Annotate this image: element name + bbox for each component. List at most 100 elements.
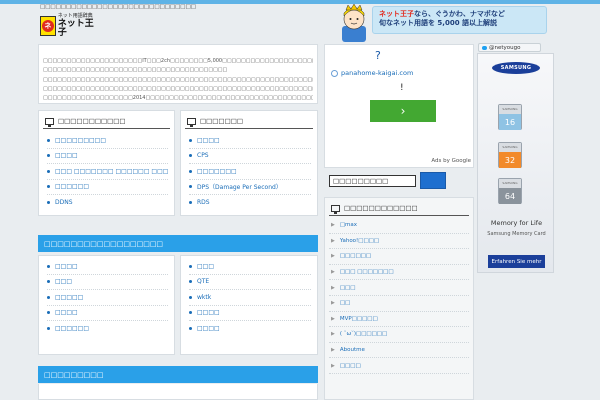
site-tagline: □□□□□□□□□□□□□□□□□□□□□□□□□□□□□□ — [40, 4, 196, 10]
bullet-icon — [189, 327, 192, 331]
sidebar-item[interactable]: ▶ MVP□□□□□ — [329, 312, 469, 328]
list-item[interactable]: □□□□□□ — [47, 321, 168, 337]
sidebar-item[interactable]: ▶ Yahoo!□□□□ — [329, 234, 469, 250]
bullet-icon — [189, 311, 192, 315]
header-banner[interactable]: ネット王子なら、ぐうかわ、ナマポなど 旬なネット用語を 5,000 語以上解説 — [372, 6, 547, 34]
sidebar-item[interactable]: ▶ □□□ □□□□□□□ — [329, 265, 469, 281]
arrow-right-icon: ▶ — [331, 269, 335, 276]
bullet-icon — [47, 154, 50, 158]
bullet-icon — [47, 169, 50, 173]
list-item[interactable]: □□□ — [189, 259, 311, 275]
list-item[interactable]: □□□□□□□□□ — [47, 133, 168, 149]
logo-mark-icon: ネ — [40, 16, 56, 36]
list-item[interactable]: DDNS — [47, 195, 168, 211]
bullet-icon — [189, 185, 192, 189]
list-item[interactable]: □□□□□ — [47, 290, 168, 306]
intro-line: □□□□□□□□□□□□□□□□□□□□□□□□□□□□□□□□□□□□□□□□… — [43, 85, 313, 92]
list-item[interactable]: □□□□□□ — [47, 180, 168, 195]
globe-icon — [331, 69, 338, 77]
bullet-icon — [47, 311, 50, 315]
bullet-icon — [189, 154, 192, 158]
prince-mascot-icon — [342, 4, 366, 42]
section-heading-bar-2: □□□□□□□□□ — [38, 366, 318, 383]
memory-card-16: SAMSUNG 16 — [498, 104, 522, 130]
list-item[interactable]: □□□□ — [189, 306, 311, 321]
bullet-icon — [47, 138, 50, 142]
monitor-icon — [45, 117, 54, 127]
bullet-icon — [47, 264, 50, 268]
box-title: □□□□□□□□□□□ — [43, 111, 170, 129]
ad-next-button[interactable]: › — [370, 100, 436, 122]
arrow-right-icon: ▶ — [331, 315, 335, 322]
category-box-2: □□□□□□□ □□□□ CPS □□□□□□□ DPS（Damage Per … — [180, 110, 318, 216]
twitter-follow-button[interactable]: @netyougo — [478, 43, 541, 52]
memory-card-32: SAMSUNG 32 — [498, 142, 522, 168]
bullet-icon — [189, 280, 192, 284]
arrow-right-icon: ▶ — [331, 300, 335, 307]
sidebar-item[interactable]: ▶ Aboutme — [329, 343, 469, 359]
list-item[interactable]: □□□ □□□□□□□ □□□□□□ □□□□□ □□□□□□ — [47, 164, 168, 180]
sidebar-item[interactable]: ▶ □□□□□□ — [329, 249, 469, 265]
sidebar-item[interactable]: ▶ □max — [329, 218, 469, 234]
bullet-icon — [189, 264, 192, 268]
google-ad-box[interactable]: ? panahome-kaigai.com ! › Ads by Google — [324, 44, 474, 168]
ads-by-google-label[interactable]: Ads by Google — [431, 158, 471, 164]
arrow-right-icon: ▶ — [331, 362, 335, 369]
search-input[interactable] — [329, 175, 416, 187]
bullet-icon — [189, 169, 192, 173]
bullet-icon — [47, 295, 50, 299]
list-item[interactable]: QTE — [189, 275, 311, 290]
intro-line: □□□□□□□□□□□□□□□□□□□□□□□□□□□□□□□□□□□□□□□ — [43, 67, 228, 74]
sidebar-term-list: □□□□□□□□□□□□ ▶ □max ▶ Yahoo!□□□□ ▶ □□□□□□ ▶… — [324, 197, 474, 400]
arrow-right-icon: ▶ — [331, 237, 335, 244]
logo-title: ネット王子 — [57, 19, 94, 38]
category-box-3: □□□□ □□□ □□□□□ □□□□ □□□□□□ — [38, 255, 175, 355]
arrow-right-icon: ▶ — [331, 222, 335, 229]
arrow-right-icon: ▶ — [331, 253, 335, 260]
search-button[interactable] — [420, 172, 446, 189]
box-title: □□□□□□□ — [185, 111, 313, 129]
list-item[interactable]: wktk — [189, 290, 311, 306]
intro-line: □□□□□□□□□□□□□□□□□□□□□IT□□□2ch□□□□□□□□5,0… — [43, 58, 313, 64]
intro-line: □□□□□□□□□□□□□□□□□□□2014□□□□□□□□□□□□□□□□□… — [43, 95, 313, 101]
sidebar-item[interactable]: ▶ □□□□ — [329, 358, 469, 374]
list-item[interactable]: □□□□ — [47, 306, 168, 321]
category-box-4: □□□ QTE wktk □□□□ □□□□ — [180, 255, 318, 355]
ad-link[interactable]: panahome-kaigai.com — [331, 69, 413, 77]
samsung-ad-banner[interactable]: SAMSUNG SAMSUNG 16 SAMSUNG 32 SAMSUNG 64… — [477, 53, 554, 273]
sidebar-item[interactable]: ▶ □□ — [329, 296, 469, 312]
ad-subheadline: Samsung Memory Card — [487, 231, 546, 237]
list-item[interactable]: □□□□ — [47, 149, 168, 164]
list-item[interactable]: □□□ — [47, 275, 168, 290]
arrow-right-icon: ▶ — [331, 284, 335, 291]
samsung-logo: SAMSUNG — [492, 62, 540, 74]
bullet-icon — [189, 295, 192, 299]
intro-text-panel: □□□□□□□□□□□□□□□□□□□□□IT□□□2ch□□□□□□□□5,0… — [38, 44, 318, 104]
sidebar-item[interactable]: ▶ □□□ — [329, 280, 469, 296]
category-box-5 — [38, 384, 318, 400]
bullet-icon — [189, 138, 192, 142]
list-item[interactable]: □□□□ — [189, 321, 311, 337]
twitter-bird-icon — [482, 45, 487, 50]
ad-headline: Memory for Life — [490, 219, 543, 227]
list-item[interactable]: CPS — [189, 149, 311, 164]
list-item[interactable]: □□□□ — [189, 133, 311, 149]
list-item[interactable]: DPS（Damage Per Second） — [189, 180, 311, 195]
ad-question-mark: ? — [375, 49, 381, 62]
list-item[interactable]: □□□□□□□ — [189, 164, 311, 180]
bullet-icon — [47, 201, 50, 205]
memory-card-64: SAMSUNG 64 — [498, 178, 522, 204]
list-item[interactable]: □□□□ — [47, 259, 168, 275]
box-title: □□□□□□□□□□□□ — [329, 198, 469, 216]
ad-exclamation: ! — [400, 83, 404, 93]
section-heading-bar: □□□□□□□□□□□□□□□□□□ — [38, 235, 318, 252]
site-logo[interactable]: ネ ネット用語辞典 ネット王子 — [40, 14, 102, 38]
bullet-icon — [189, 201, 192, 205]
learn-more-button[interactable]: Erfahren Sie mehr — [488, 255, 545, 268]
monitor-icon — [187, 117, 196, 127]
category-box-1: □□□□□□□□□□□ □□□□□□□□□ □□□□ □□□ □□□□□□□ □… — [38, 110, 175, 216]
list-item[interactable]: RDS — [189, 195, 311, 211]
sidebar-item[interactable]: ▶( ˘ω˘)□□□□□□ — [329, 327, 469, 343]
arrow-right-icon: ▶ — [331, 331, 335, 338]
arrow-right-icon: ▶ — [331, 347, 335, 354]
